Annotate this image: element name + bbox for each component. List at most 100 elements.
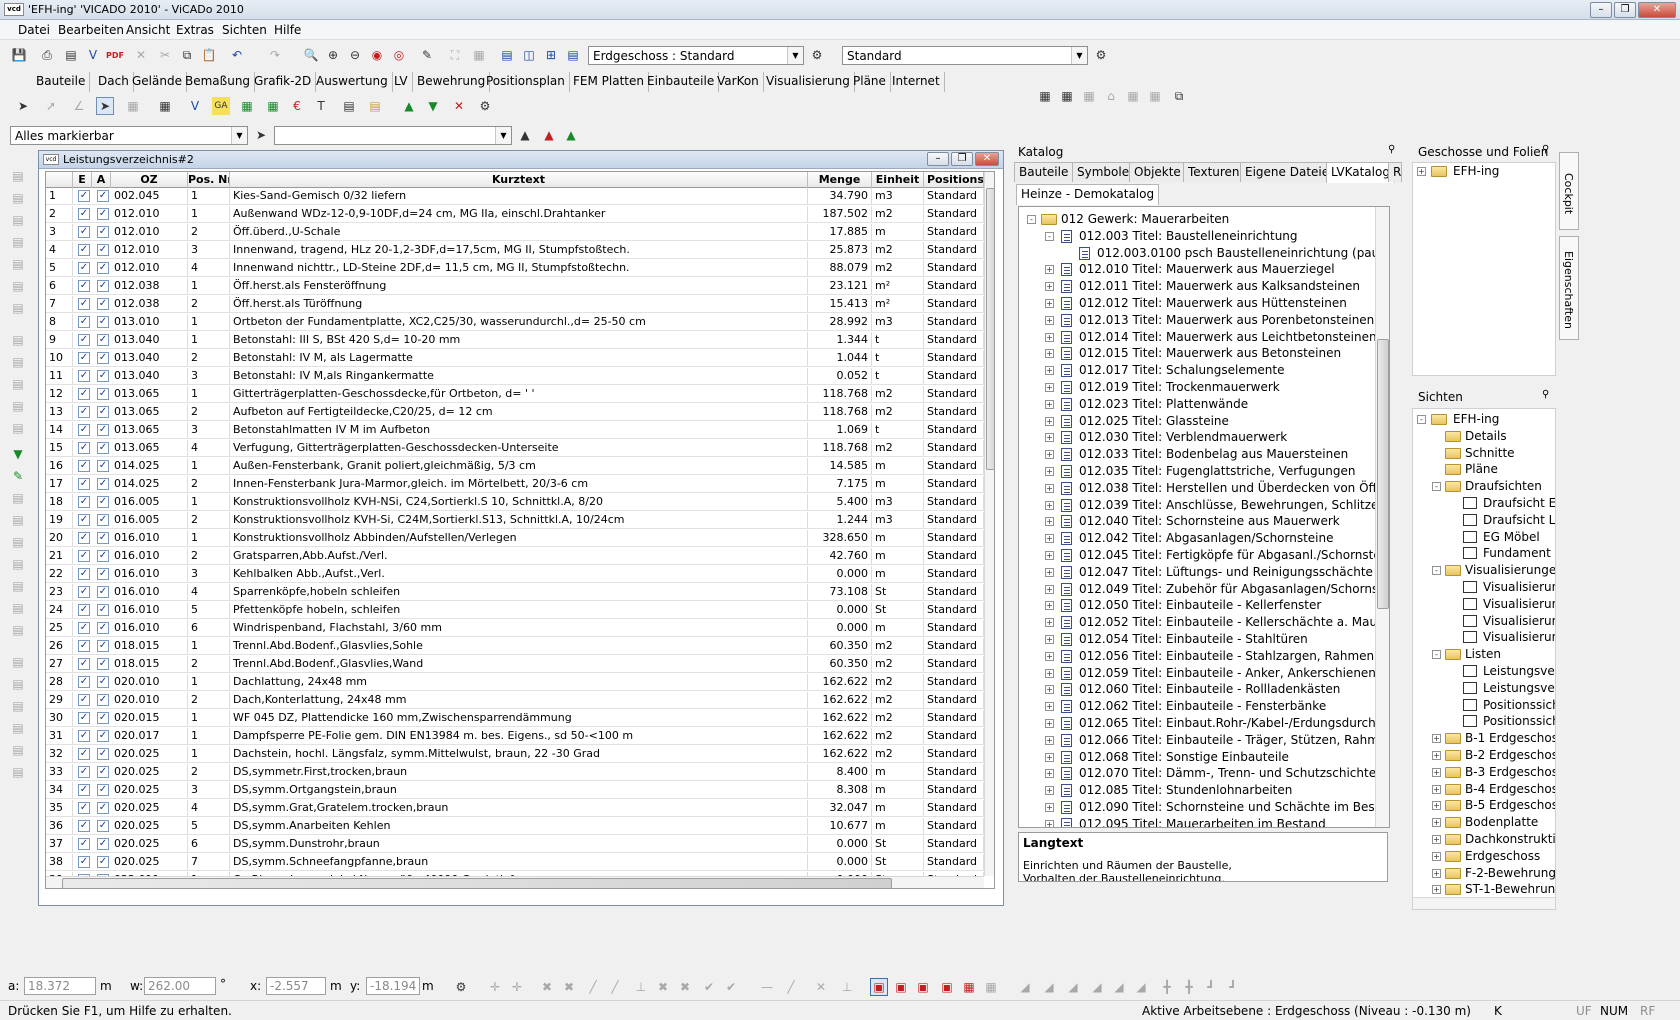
sichten-node[interactable]: - Draufsichten bbox=[1413, 478, 1555, 495]
checkbox-e[interactable]: ✓ bbox=[78, 730, 90, 742]
table-row[interactable]: 16 014.025 1 Außen-Fensterbank, Granit poli… bbox=[46, 458, 984, 475]
table-row[interactable]: 26 018.015 1 Trennl.Abd.Bodenf.,Glasvlies,S… bbox=[46, 638, 984, 655]
table-row[interactable]: 24 016.010 5 Pfettenköpfe hobeln, schleifen… bbox=[46, 602, 984, 619]
checkbox-e[interactable]: ✓ bbox=[78, 514, 90, 526]
properties-icon[interactable]: ✎ bbox=[418, 46, 436, 64]
tool-measure-icon[interactable]: ▤ bbox=[9, 555, 27, 573]
tool-section-icon[interactable]: ▤ bbox=[9, 719, 27, 737]
checkbox-e[interactable]: ✓ bbox=[78, 298, 90, 310]
snap-ext-icon[interactable]: ✔ bbox=[722, 978, 740, 996]
filter-remove-icon[interactable]: ▲ bbox=[540, 126, 558, 144]
sichten-node[interactable]: Positionssich bbox=[1413, 713, 1555, 730]
expand-icon[interactable]: + bbox=[1045, 786, 1054, 796]
catalog-node[interactable]: +012.062 Titel: Einbauteile - Fensterbän… bbox=[1019, 698, 1375, 715]
sichten-node[interactable]: Details bbox=[1413, 428, 1555, 445]
tool-door-icon[interactable]: ▤ bbox=[9, 353, 27, 371]
catalog-node[interactable]: +012.033 Titel: Bodenbelag aus Mauerstei… bbox=[1019, 446, 1375, 463]
chart-icon[interactable]: ▦ bbox=[1036, 87, 1054, 105]
table-row[interactable]: 12 013.065 1 Gitterträgerplatten-Geschossde… bbox=[46, 386, 984, 403]
table-row[interactable]: 19 016.005 2 Konstruktionsvollholz KVH-Si, … bbox=[46, 512, 984, 529]
checkbox-a[interactable]: ✓ bbox=[97, 712, 109, 724]
checkbox-a[interactable]: ✓ bbox=[97, 658, 109, 670]
checkbox-a[interactable]: ✓ bbox=[97, 370, 109, 382]
checkbox-e[interactable]: ✓ bbox=[78, 712, 90, 724]
tool-duplicate-icon[interactable]: ▤ bbox=[9, 599, 27, 617]
catalog-node[interactable]: +012.030 Titel: Verblendmauerwerk bbox=[1019, 429, 1375, 446]
checkbox-a[interactable]: ✓ bbox=[97, 334, 109, 346]
tool-pipe-icon[interactable]: ▤ bbox=[9, 577, 27, 595]
expand-icon[interactable]: + bbox=[1045, 416, 1054, 426]
checkbox-e[interactable]: ✓ bbox=[78, 208, 90, 220]
checkbox-e[interactable]: ✓ bbox=[78, 424, 90, 436]
catalog-tab-restmaten[interactable]: Restmaten bbox=[1388, 162, 1402, 182]
excel-icon[interactable]: ▦ bbox=[238, 97, 256, 115]
arrow-down-icon[interactable]: ▼ bbox=[424, 97, 442, 115]
checkbox-e[interactable]: ✓ bbox=[78, 532, 90, 544]
checkbox-a[interactable]: ✓ bbox=[97, 694, 109, 706]
align-6-icon[interactable]: ◢ bbox=[1132, 978, 1150, 996]
table-row[interactable]: 17 014.025 2 Innen-Fensterbank Jura-Marmor,… bbox=[46, 476, 984, 493]
checkbox-e[interactable]: ✓ bbox=[78, 766, 90, 778]
coord-x-input[interactable]: -2.557 bbox=[266, 977, 326, 995]
sichten-node[interactable]: Leistungsverz bbox=[1413, 663, 1555, 680]
sichten-node[interactable]: + B-5 Erdgeschoss bbox=[1413, 797, 1555, 814]
pdf-icon[interactable]: PDF bbox=[106, 46, 124, 64]
align-8-icon[interactable]: ╋ bbox=[1180, 978, 1198, 996]
sichten-node[interactable]: Visualisierung bbox=[1413, 629, 1555, 646]
sichten-node[interactable]: - Visualisierungen bbox=[1413, 562, 1555, 579]
expand-icon[interactable]: + bbox=[1432, 784, 1441, 794]
tool-opening-icon[interactable]: ▤ bbox=[9, 299, 27, 317]
catalog-node[interactable]: +012.059 Titel: Einbauteile - Anker, Ank… bbox=[1019, 665, 1376, 682]
checkbox-e[interactable]: ✓ bbox=[78, 478, 90, 490]
expand-icon[interactable]: + bbox=[1045, 299, 1054, 308]
checkbox-e[interactable]: ✓ bbox=[78, 694, 90, 706]
sichten-node[interactable]: Draufsicht La bbox=[1413, 512, 1555, 529]
align-3-icon[interactable]: ◢ bbox=[1064, 978, 1082, 996]
catalog-node[interactable]: +012.017 Titel: Schalungselemente bbox=[1019, 362, 1375, 379]
align-2-icon[interactable]: ◢ bbox=[1040, 978, 1058, 996]
checkbox-a[interactable]: ✓ bbox=[97, 208, 109, 220]
checkbox-a[interactable]: ✓ bbox=[97, 856, 109, 868]
grid-icon[interactable]: ▦ bbox=[470, 46, 488, 64]
checkbox-e[interactable]: ✓ bbox=[78, 604, 90, 616]
catalog-node[interactable]: +012.052 Titel: Einbauteile - Kellerschä… bbox=[1019, 614, 1389, 631]
table-row[interactable]: 35 020.025 4 DS,symm.Grat,Gratelem.trocken,… bbox=[46, 800, 984, 817]
tool-column-icon[interactable]: ▤ bbox=[9, 189, 27, 207]
collapse-icon[interactable]: - bbox=[1432, 566, 1441, 576]
layout-vertical-icon[interactable]: ◫ bbox=[520, 46, 538, 64]
coord-y-input[interactable]: -18.194 bbox=[366, 977, 420, 995]
lv-restore-button[interactable]: ❐ bbox=[951, 152, 973, 166]
tab-lv[interactable]: LV bbox=[390, 72, 413, 92]
table-row[interactable]: 18 016.005 1 Konstruktionsvollholz KVH-NSi,… bbox=[46, 494, 984, 511]
side-tab-eigenschaften[interactable]: Eigenschaften bbox=[1559, 236, 1579, 340]
tab-einbauteile[interactable]: Einbauteile bbox=[643, 72, 720, 92]
cut-icon[interactable]: ✂ bbox=[156, 46, 174, 64]
checkbox-e[interactable]: ✓ bbox=[78, 370, 90, 382]
tool-beam-icon[interactable]: ▤ bbox=[9, 233, 27, 251]
style-select[interactable]: Standard ▼ bbox=[842, 46, 1088, 65]
snap-object3-icon[interactable]: ▣ bbox=[914, 978, 932, 996]
expand-icon[interactable]: + bbox=[1045, 601, 1054, 611]
checkbox-a[interactable]: ✓ bbox=[97, 262, 109, 274]
zoom-window-icon[interactable]: ◎ bbox=[390, 46, 408, 64]
zoom-in-icon[interactable]: ⊕ bbox=[324, 46, 342, 64]
catalog-node[interactable]: +012.042 Titel: Abgasanlagen/Schornstein… bbox=[1019, 530, 1375, 547]
print-preview-icon[interactable]: ▤ bbox=[62, 46, 80, 64]
expand-icon[interactable]: + bbox=[1045, 399, 1054, 409]
col-header-oz[interactable]: OZ bbox=[111, 172, 188, 188]
expand-icon[interactable]: + bbox=[1045, 433, 1054, 443]
paste-icon[interactable]: 📋 bbox=[200, 46, 218, 64]
sichten-node[interactable]: Visualisierung bbox=[1413, 613, 1555, 630]
align-4-icon[interactable]: ◢ bbox=[1088, 978, 1106, 996]
expand-icon[interactable]: + bbox=[1432, 767, 1441, 777]
checkbox-e[interactable]: ✓ bbox=[78, 262, 90, 274]
snap-grid-icon[interactable]: ▦ bbox=[960, 978, 978, 996]
checkbox-a[interactable]: ✓ bbox=[97, 640, 109, 652]
expand-icon[interactable]: + bbox=[1045, 383, 1054, 392]
sichten-node[interactable]: Schnitte bbox=[1413, 445, 1555, 462]
table-row[interactable]: 8 013.010 1 Ortbeton der Fundamentplatte, X… bbox=[46, 314, 984, 331]
catalog-node[interactable]: +012.060 Titel: Einbauteile - Rollladenk… bbox=[1019, 681, 1375, 698]
table-row[interactable]: 28 020.010 1 Dachlattung, 24x48 mm 162.622 m2… bbox=[46, 674, 984, 691]
table-row[interactable]: 11 013.040 3 Betonstahl: IV M,als Ringanker… bbox=[46, 368, 984, 385]
checkbox-e[interactable]: ✓ bbox=[78, 460, 90, 472]
